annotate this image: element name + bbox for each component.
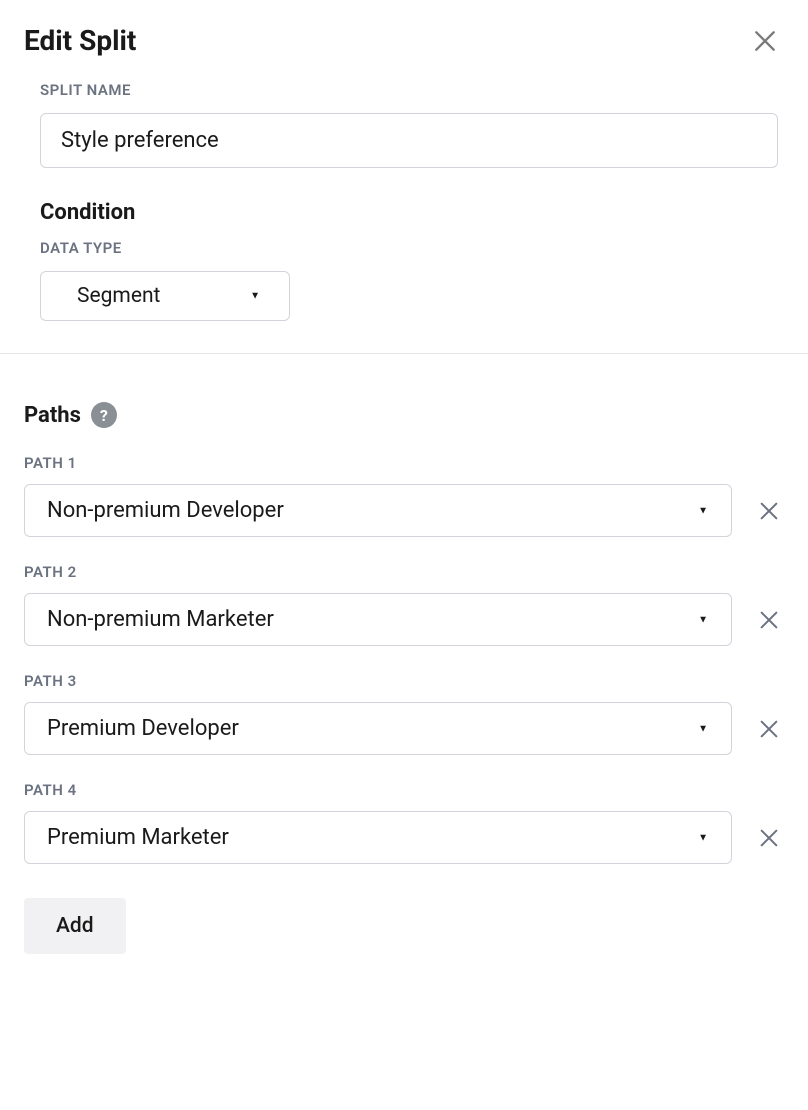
- close-icon: [758, 718, 780, 740]
- path-select[interactable]: Premium Developer: [24, 702, 732, 755]
- close-icon: [758, 500, 780, 522]
- path-select[interactable]: Premium Marketer: [24, 811, 732, 864]
- help-icon[interactable]: ?: [91, 402, 117, 428]
- path-label: PATH 3: [24, 672, 784, 690]
- split-name-label: SPLIT NAME: [40, 81, 778, 99]
- remove-path-button[interactable]: [754, 823, 784, 853]
- path-label: PATH 2: [24, 563, 784, 581]
- add-path-button[interactable]: Add: [24, 898, 126, 954]
- path-select[interactable]: Non-premium Marketer: [24, 593, 732, 646]
- page-title: Edit Split: [24, 24, 136, 57]
- close-button[interactable]: [752, 28, 778, 54]
- close-icon: [752, 28, 778, 54]
- remove-path-button[interactable]: [754, 605, 784, 635]
- path-label: PATH 4: [24, 781, 784, 799]
- path-select[interactable]: Non-premium Developer: [24, 484, 732, 537]
- remove-path-button[interactable]: [754, 496, 784, 526]
- split-name-input[interactable]: [40, 113, 778, 168]
- paths-heading: Paths: [24, 403, 81, 428]
- remove-path-button[interactable]: [754, 714, 784, 744]
- path-label: PATH 1: [24, 454, 784, 472]
- close-icon: [758, 827, 780, 849]
- data-type-select[interactable]: Segment: [40, 271, 290, 321]
- data-type-label: DATA TYPE: [40, 239, 778, 257]
- condition-heading: Condition: [40, 200, 778, 225]
- close-icon: [758, 609, 780, 631]
